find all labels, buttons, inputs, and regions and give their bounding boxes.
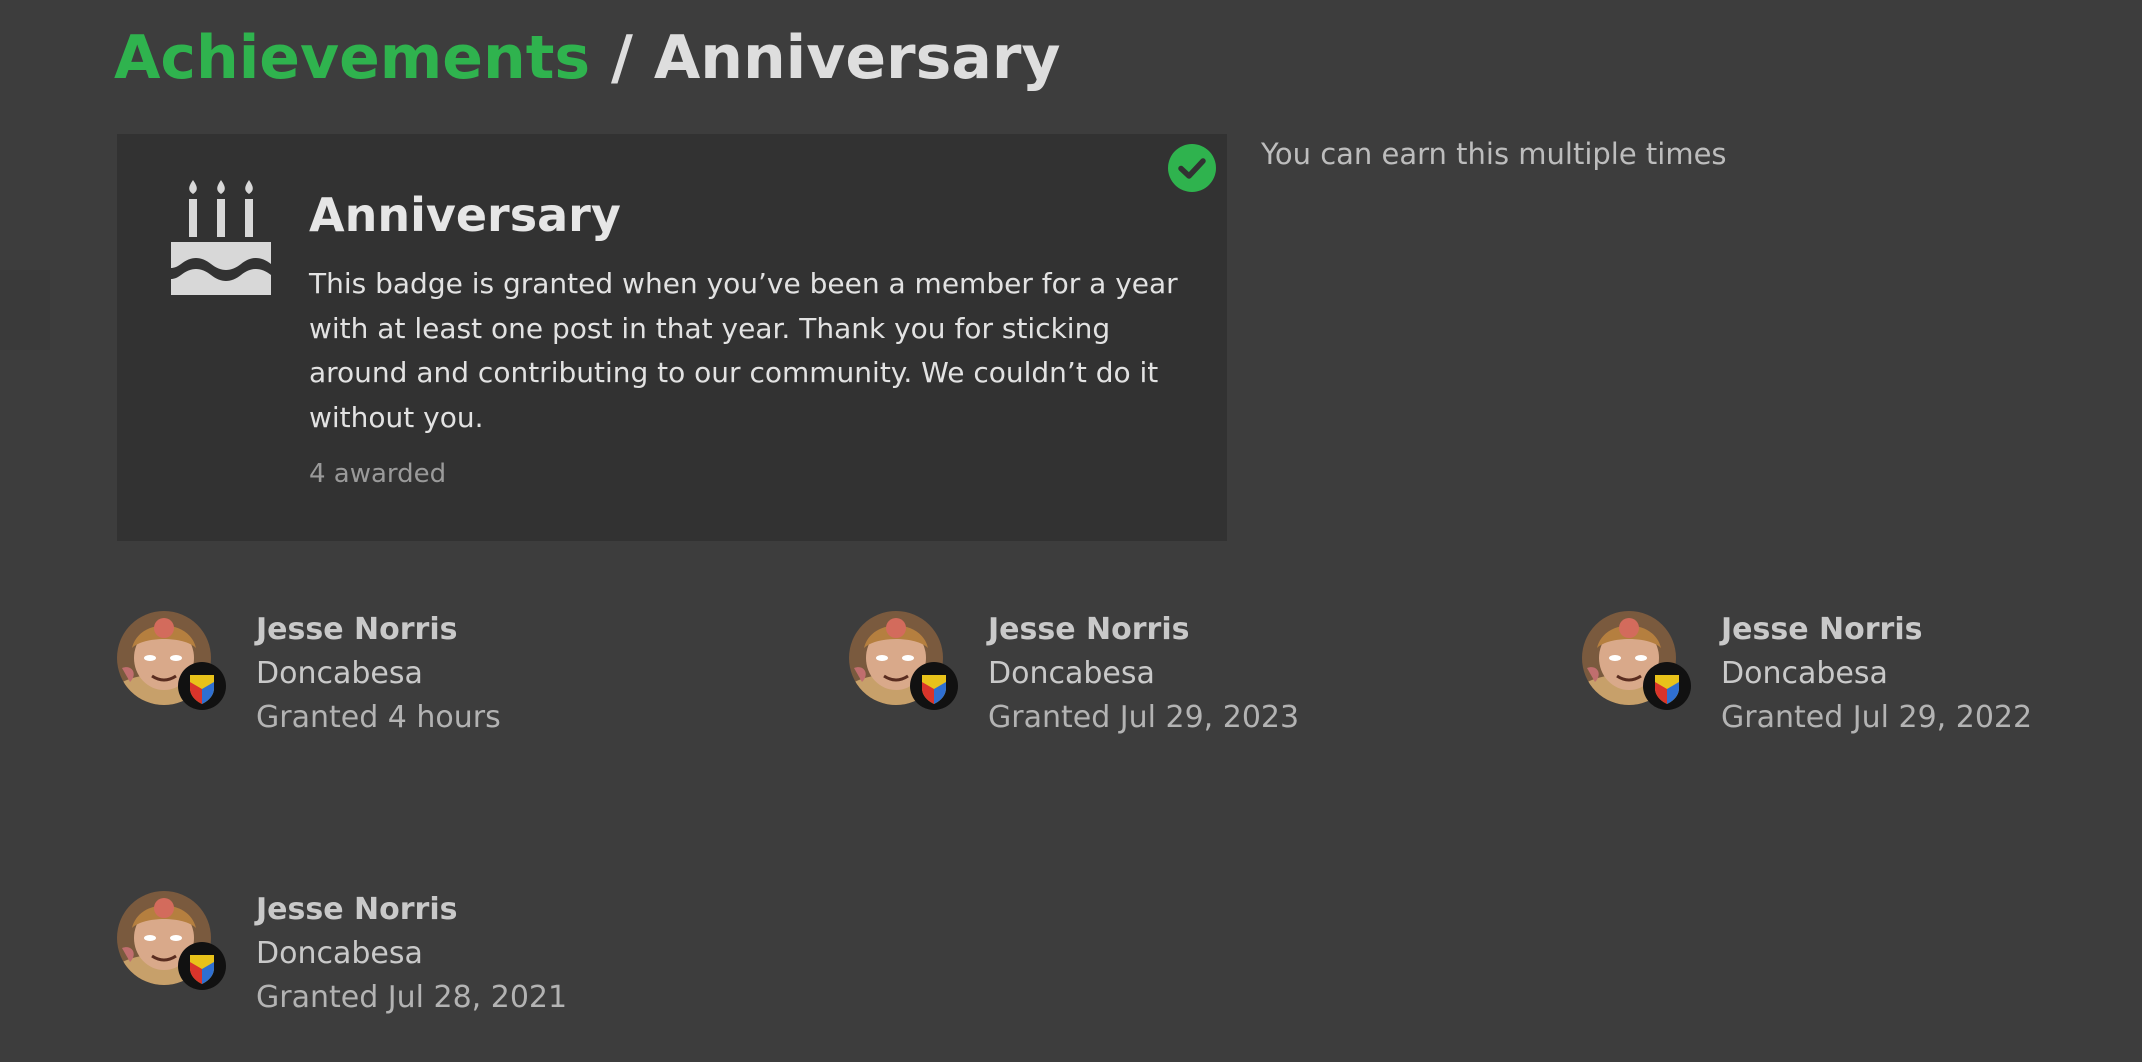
check-circle-icon [1168, 144, 1216, 192]
user-name-link[interactable]: Jesse Norris [256, 888, 457, 932]
user-title: Doncabesa [256, 936, 423, 971]
badge-description: This badge is granted when you’ve been a… [309, 267, 1178, 434]
user-flair-icon [178, 942, 226, 990]
birthday-cake-icon [171, 180, 271, 295]
granted-date: Granted Jul 29, 2022 [1721, 700, 2033, 735]
user-flair-icon [1643, 662, 1691, 710]
granted-user-item: Jesse Norris Doncabesa Granted Jul 29, 202… [1579, 608, 2142, 758]
user-title: Doncabesa [1721, 656, 1888, 691]
badge-page: Achievements / Anniversary Anniversary T… [0, 0, 2142, 1062]
badge-name: Anniversary [309, 188, 621, 242]
granted-date: Granted Jul 29, 2023 [988, 700, 1300, 735]
breadcrumb-separator: / [611, 23, 633, 93]
granted-date: Granted 4 hours [256, 700, 501, 735]
granted-user-item: Jesse Norris Doncabesa Granted 4 hours [114, 608, 814, 758]
awarded-count: 4 awarded [309, 459, 447, 489]
sidebar-edge [0, 270, 50, 350]
breadcrumb-current: Anniversary [653, 23, 1061, 93]
granted-user-item: Jesse Norris Doncabesa Granted Jul 28, 202… [114, 888, 814, 1038]
user-name-link[interactable]: Jesse Norris [1721, 608, 1922, 652]
user-title: Doncabesa [256, 656, 423, 691]
user-flair-icon [178, 662, 226, 710]
granted-date: Granted Jul 28, 2021 [256, 980, 568, 1015]
user-title: Doncabesa [988, 656, 1155, 691]
breadcrumb-achievements-link[interactable]: Achievements [114, 23, 590, 93]
granted-user-item: Jesse Norris Doncabesa Granted Jul 29, 202… [846, 608, 1546, 758]
multiple-times-note: You can earn this multiple times [1261, 137, 1727, 171]
user-name-link[interactable]: Jesse Norris [988, 608, 1189, 652]
user-flair-icon [910, 662, 958, 710]
user-name-link[interactable]: Jesse Norris [256, 608, 457, 652]
page-title: Achievements / Anniversary [114, 16, 1061, 100]
